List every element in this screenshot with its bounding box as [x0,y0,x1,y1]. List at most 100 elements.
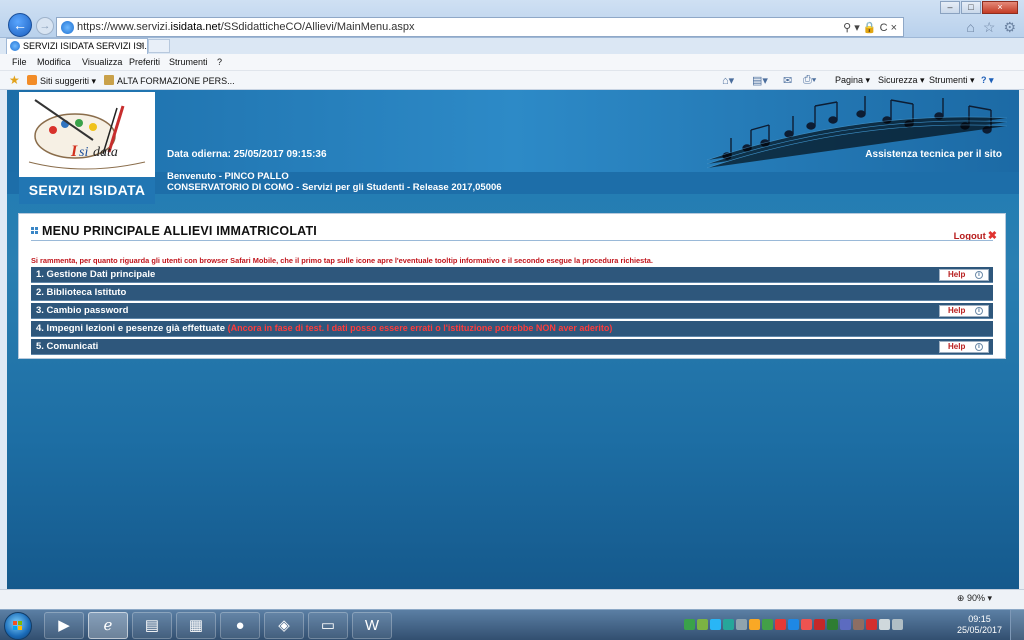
favorites-star-icon[interactable]: ☆ [983,19,996,36]
new-tab-button[interactable] [148,39,170,53]
tab-active[interactable]: SERVIZI ISIDATA SERVIZI ISI... × [6,38,148,54]
network-icon[interactable] [892,619,903,630]
tray-app-icon[interactable] [736,619,747,630]
help-info-icon: i [975,343,983,351]
print-icon[interactable]: ⎙▾ [803,74,816,87]
tray-app-icon[interactable] [866,619,877,630]
menu-row-label[interactable]: 3. Cambio password [36,305,128,316]
menu-row-label[interactable]: 1. Gestione Dati principale [36,269,155,280]
tray-acrobat-icon[interactable] [814,619,825,630]
forward-arrow-icon[interactable]: → [36,17,54,35]
isidata-logo: I si data SERVIZI ISIDATA [19,92,155,204]
help-button[interactable]: Help i [939,305,989,317]
site-favicon-icon [61,21,74,34]
help-info-icon: i [975,307,983,315]
system-tray [684,619,954,633]
address-bar[interactable]: https://www.servizi.isidata.net/SSdidatt… [56,17,904,37]
svg-text:si: si [79,145,88,160]
menu-help[interactable]: ? [217,57,222,67]
technical-assistance-link[interactable]: Assistenza tecnica per il sito [865,149,1002,160]
tab-close-icon[interactable]: × [138,39,144,53]
site-header: Data odierna: 25/05/2017 09:15:36 Assist… [7,90,1019,172]
menu-row-comunicati[interactable]: 5. Comunicati Help i [31,339,993,355]
command-pagina[interactable]: Pagina ▾ [835,75,870,86]
calculator-icon[interactable]: ▦ [176,612,216,639]
fav-alta-formazione[interactable]: ALTA FORMAZIONE PERS... [104,75,235,86]
fav-siti-suggeriti[interactable]: Siti suggeriti ▾ [27,75,96,87]
media-player-icon[interactable]: ▶ [44,612,84,639]
menu-row-impegni-lezioni[interactable]: 4. Impegni lezioni e pesenze già effettu… [31,321,993,337]
command-strumenti[interactable]: Strumenti ▾ [929,75,975,86]
window-controls: – □ × [940,1,1018,14]
rss-feed-icon[interactable]: ▤▾ [752,74,768,87]
tray-folder-icon[interactable] [749,619,760,630]
home-icon[interactable]: ⌂▾ [722,74,734,87]
windows-taskbar: ▶ ℯ ▤ ▦ ● ◈ ▭ W 09:15 25/05/2017 [0,609,1024,640]
tray-app-icon[interactable] [762,619,773,630]
tray-antivirus-icon[interactable] [801,619,812,630]
tray-app-icon[interactable] [840,619,851,630]
svg-text:data: data [93,145,118,160]
url-text: https://www.servizi.isidata.net/SSdidatt… [77,21,415,33]
tray-app-icon[interactable] [827,619,838,630]
network-app-icon[interactable]: ◈ [264,612,304,639]
menu-row-label[interactable]: 2. Biblioteca Istituto [36,287,126,298]
menu-row-label[interactable]: 4. Impegni lezioni e pesenze già effettu… [36,323,612,334]
start-button[interactable] [4,612,32,640]
menu-row-biblioteca[interactable]: 2. Biblioteca Istituto [31,285,993,301]
tray-sync-icon[interactable] [697,619,708,630]
tray-app-icon[interactable] [775,619,786,630]
logo-caption: SERVIZI ISIDATA [19,177,155,204]
menu-visualizza[interactable]: Visualizza [82,57,122,67]
windows-logo-icon [13,621,23,631]
menu-bar: File Modifica Visualizza Preferiti Strum… [0,54,1024,71]
home-icon[interactable]: ⌂ [966,19,974,36]
page-scrollbar[interactable] [1019,90,1024,589]
taskbar-clock[interactable]: 09:15 25/05/2017 [957,614,1002,636]
web-page: Data odierna: 25/05/2017 09:15:36 Assist… [7,90,1019,589]
test-phase-warning: (Ancora in fase di test. I dati posso es… [227,323,613,333]
file-explorer-icon[interactable]: ▤ [132,612,172,639]
favorites-star-icon[interactable]: ★ [9,73,20,87]
welcome-info: Benvenuto - PINCO PALLO CONSERVATORIO DI… [167,171,502,193]
zoom-level[interactable]: ⊕ 90% ▾ [957,593,992,604]
page-icon [104,75,114,85]
tray-app-icon[interactable] [684,619,695,630]
settings-gear-icon[interactable]: ⚙ [1003,19,1016,36]
minimize-button[interactable]: – [940,1,960,14]
help-info-icon: i [975,271,983,279]
header-info-band [7,172,1019,194]
firefox-icon[interactable]: ● [220,612,260,639]
menu-preferiti[interactable]: Preferiti [129,57,160,67]
command-sicurezza[interactable]: Sicurezza ▾ [878,75,925,86]
tray-monitor-icon[interactable] [710,619,721,630]
close-window-button[interactable]: × [982,1,1018,14]
back-arrow-icon[interactable]: ← [8,13,32,37]
help-button[interactable]: Help i [939,269,989,281]
tab-favicon-icon [10,41,20,51]
svg-text:I: I [70,143,78,160]
maximize-button[interactable]: □ [961,1,981,14]
menu-file[interactable]: File [12,57,27,67]
menu-modifica[interactable]: Modifica [37,57,71,67]
tab-title: SERVIZI ISIDATA SERVIZI ISI... [23,41,148,51]
menu-row-gestione-dati[interactable]: 1. Gestione Dati principale Help i [31,267,993,283]
help-question-icon[interactable]: ? ▾ [981,75,994,86]
tray-app-icon[interactable] [723,619,734,630]
isidata-logo-icon: I si data [28,99,146,170]
tray-app-icon[interactable] [853,619,864,630]
menu-strumenti[interactable]: Strumenti [169,57,208,67]
word-icon[interactable]: W [352,612,392,639]
mail-icon[interactable]: ✉ [783,74,792,87]
panel-title: MENU PRINCIPALE ALLIEVI IMMATRICOLATI [31,224,317,238]
tray-bluetooth-icon[interactable] [788,619,799,630]
menu-row-cambio-password[interactable]: 3. Cambio password Help i [31,303,993,319]
internet-explorer-icon[interactable]: ℯ [88,612,128,639]
help-button[interactable]: Help i [939,341,989,353]
menu-row-label[interactable]: 5. Comunicati [36,341,98,352]
scanner-icon[interactable]: ▭ [308,612,348,639]
address-tools-icons[interactable]: ⚲ ▾ 🔒 C × [843,21,897,34]
browser-right-icons: ⌂ ☆ ⚙ [966,19,1016,36]
volume-icon[interactable] [879,619,890,630]
show-desktop-button[interactable] [1010,610,1024,640]
